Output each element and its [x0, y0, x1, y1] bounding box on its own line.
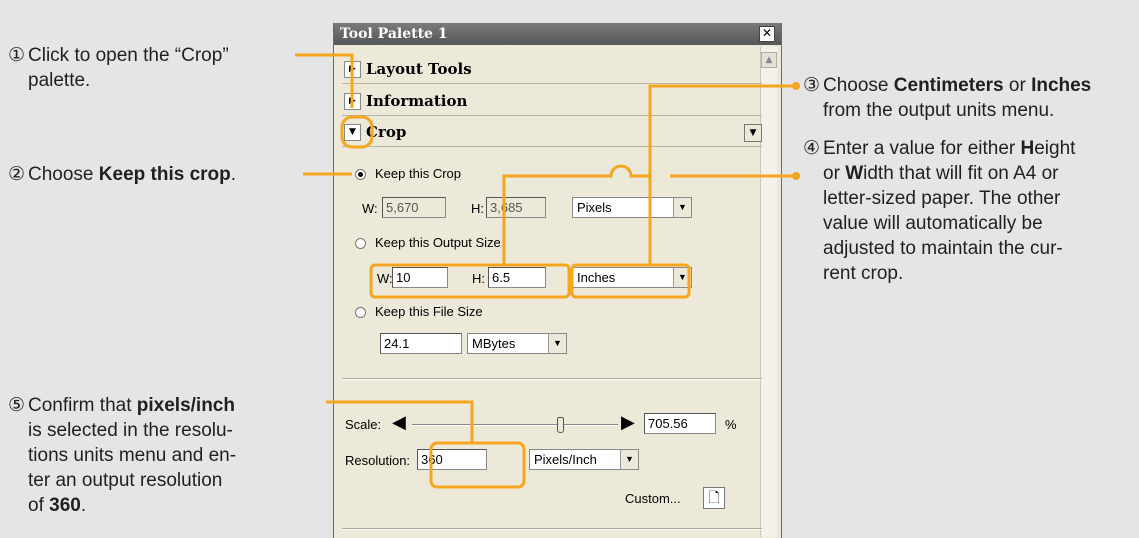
crop-width-label: W:	[362, 201, 378, 216]
output-width-field[interactable]: 10	[392, 267, 448, 288]
section-information[interactable]: ▶ Information	[342, 87, 762, 116]
tool-palette-window: Tool Palette 1 ✕ ▲ ▶ Layout Tools ▶ Info…	[333, 23, 782, 538]
callout-bold: Inches	[1031, 75, 1092, 96]
keep-crop-label: Keep this Crop	[375, 166, 461, 181]
callout-4: ④ Enter a value for either Height or Widt…	[803, 136, 1075, 286]
output-height-label: H:	[472, 271, 485, 286]
callout-text: adjusted to maintain the cur-	[823, 238, 1063, 259]
callout-bold: Keep this crop	[98, 164, 231, 185]
expand-arrow-icon[interactable]: ▶	[344, 93, 361, 110]
resolution-label: Resolution:	[345, 453, 411, 468]
section-label: Crop	[366, 123, 407, 141]
file-size-units-select[interactable]: MBytes ▼	[467, 333, 567, 354]
resolution-units-select[interactable]: Pixels/Inch ▼	[529, 449, 639, 470]
callout-bold: pixels/inch	[136, 395, 235, 416]
chevron-down-icon[interactable]: ▼	[620, 450, 638, 469]
scale-label: Scale:	[345, 417, 382, 432]
callout-2: ② Choose Keep this crop.	[8, 162, 236, 187]
callout-text: letter-sized paper. The other	[823, 188, 1061, 209]
resolution-field[interactable]: 360	[417, 449, 487, 470]
chevron-down-icon[interactable]: ▼	[673, 198, 691, 217]
callout-text: Confirm that	[28, 395, 137, 416]
callout-1: ① Click to open the “Crop” palette.	[8, 43, 328, 93]
close-icon[interactable]: ✕	[759, 26, 775, 42]
section-crop[interactable]: ▼ Crop ▼	[342, 118, 762, 147]
callout-5: ⑤ Confirm that pixels/inch is selected in…	[8, 393, 328, 518]
leader-dot-3	[792, 82, 800, 90]
chevron-down-icon[interactable]: ▼	[673, 268, 691, 287]
keep-crop-radio[interactable]	[355, 169, 366, 180]
callout-text: value will automatically be	[823, 213, 1043, 234]
output-units-select[interactable]: Inches ▼	[572, 267, 692, 288]
custom-page-icon[interactable]: 🗋	[703, 487, 725, 509]
leader-dot-4	[792, 172, 800, 180]
callout-text: rent crop.	[823, 263, 904, 284]
callout-text: palette.	[28, 70, 91, 91]
crop-units-value: Pixels	[577, 200, 612, 215]
divider	[342, 528, 762, 530]
scale-value-field[interactable]: 705.56	[644, 413, 716, 434]
callout-number: ③	[803, 75, 821, 96]
section-label: Layout Tools	[366, 60, 472, 78]
crop-menu-dropdown-icon[interactable]: ▼	[744, 124, 762, 142]
callout-text: idth that will fit on A4 or	[863, 163, 1059, 184]
expand-arrow-icon[interactable]: ▶	[344, 61, 361, 78]
crop-width-field: 5,670	[382, 197, 446, 218]
callout-text: or	[1003, 75, 1032, 96]
callout-text: of	[28, 495, 50, 516]
crop-units-select[interactable]: Pixels ▼	[572, 197, 692, 218]
callout-text: Click to open the “Crop”	[28, 45, 229, 66]
palette-title: Tool Palette 1	[340, 26, 448, 42]
divider	[342, 378, 762, 380]
keep-file-size-label: Keep this File Size	[375, 304, 483, 319]
keep-output-size-label: Keep this Output Size	[375, 235, 501, 250]
callout-text: from the output units menu.	[823, 100, 1055, 121]
callout-3: ③ Choose Centimeters or Inches from the o…	[803, 73, 1091, 123]
callout-bold: W	[845, 163, 864, 184]
scroll-up-arrow-icon[interactable]: ▲	[761, 52, 777, 68]
callout-bold: H	[1020, 138, 1035, 159]
palette-scrollbar[interactable]: ▲	[760, 47, 777, 537]
file-size-field[interactable]: 24.1	[380, 333, 462, 354]
scale-slider-track[interactable]	[412, 424, 618, 426]
palette-titlebar[interactable]: Tool Palette 1 ✕	[334, 23, 781, 45]
callout-number: ②	[8, 164, 26, 185]
callout-text: eight	[1034, 138, 1076, 159]
callout-text: .	[230, 164, 237, 185]
output-height-field[interactable]: 6.5	[488, 267, 546, 288]
callout-text: Choose	[823, 75, 894, 96]
callout-text: ter an output resolution	[28, 470, 223, 491]
callout-bold: 360	[49, 495, 81, 516]
crop-height-label: H:	[471, 201, 484, 216]
custom-label: Custom...	[625, 491, 681, 506]
section-layout-tools[interactable]: ▶ Layout Tools	[342, 55, 762, 84]
callout-text: tions units menu and en-	[28, 445, 237, 466]
scale-decrease-arrow-icon[interactable]: ◀	[392, 412, 406, 433]
callout-text: is selected in the resolu-	[28, 420, 233, 441]
callout-number: ④	[803, 138, 821, 159]
callout-text: .	[80, 495, 87, 516]
crop-height-field: 3,685	[486, 197, 546, 218]
file-size-units-value: MBytes	[472, 336, 516, 351]
callout-text: or	[823, 163, 846, 184]
callout-number: ⑤	[8, 395, 26, 416]
scale-slider-thumb[interactable]	[557, 417, 565, 433]
chevron-down-icon[interactable]: ▼	[548, 334, 566, 353]
output-units-value: Inches	[577, 270, 616, 285]
callout-text: Enter a value for either	[823, 138, 1021, 159]
output-width-label: W:	[377, 271, 393, 286]
collapse-arrow-icon[interactable]: ▼	[344, 124, 361, 141]
scale-increase-arrow-icon[interactable]: ▶	[621, 412, 635, 433]
callout-text: Choose	[28, 164, 99, 185]
callout-bold: Centimeters	[893, 75, 1004, 96]
keep-output-size-radio[interactable]	[355, 238, 366, 249]
section-label: Information	[366, 92, 468, 110]
scale-percent-label: %	[725, 417, 737, 432]
resolution-units-value: Pixels/Inch	[534, 452, 597, 467]
callout-number: ①	[8, 45, 26, 66]
keep-file-size-radio[interactable]	[355, 307, 366, 318]
